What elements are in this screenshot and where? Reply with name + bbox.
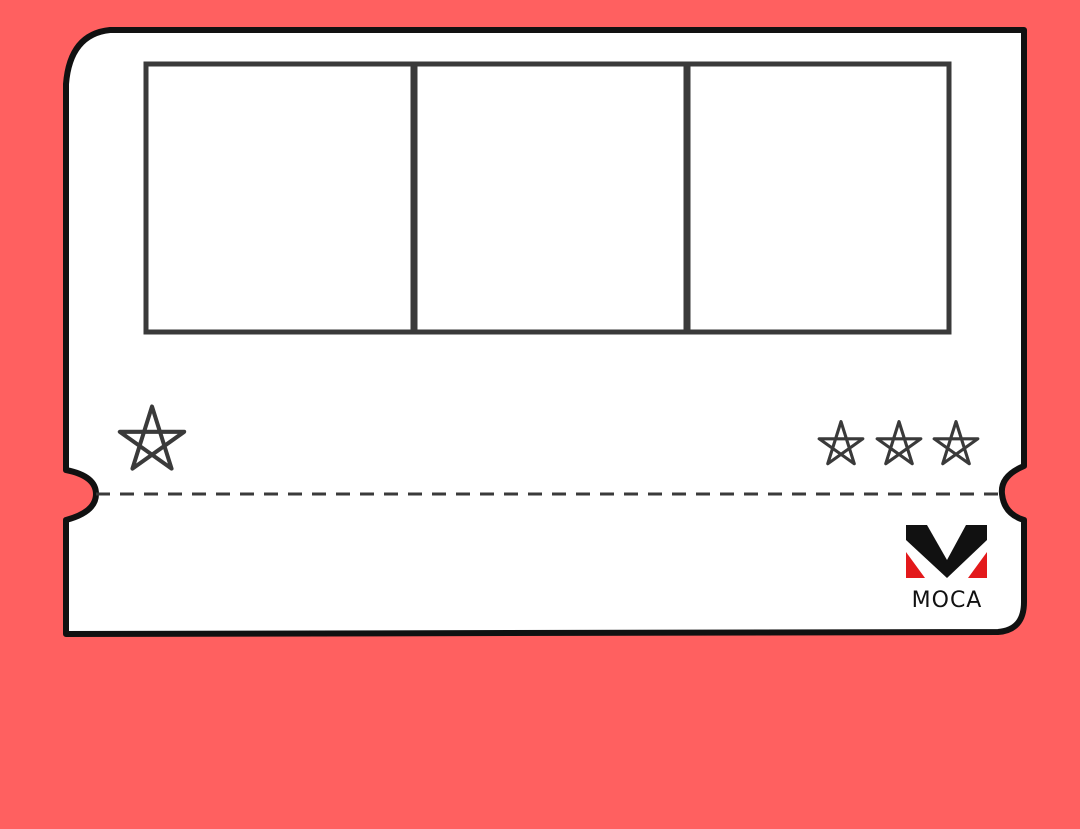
ticket: [63, 27, 1027, 637]
logo-wordmark: MOCA: [911, 588, 983, 613]
poster-background: MOCA: [0, 0, 1080, 829]
